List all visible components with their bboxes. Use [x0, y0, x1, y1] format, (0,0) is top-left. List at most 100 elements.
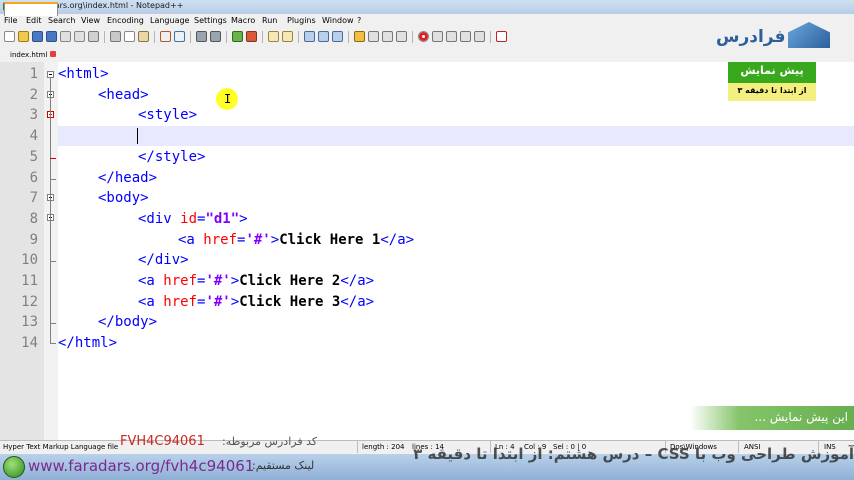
menu-edit[interactable]: Edit: [26, 16, 42, 25]
code-token-tag: >: [230, 273, 240, 289]
undo-icon[interactable]: [160, 31, 171, 42]
function-list-icon[interactable]: [382, 31, 393, 42]
text-caret: [137, 128, 138, 144]
status-separator: [357, 441, 358, 453]
fold-end-marker: [50, 261, 56, 262]
menu-macro[interactable]: Macro: [231, 16, 255, 25]
menu-file[interactable]: File: [4, 16, 17, 25]
code-line[interactable]: <a href='#'>Click Here 2</a>: [138, 271, 374, 291]
toolbar-separator: [490, 31, 491, 43]
menu-run[interactable]: Run: [262, 16, 277, 25]
code-line[interactable]: </style>: [138, 147, 205, 167]
spell-check-icon[interactable]: [496, 31, 507, 42]
menu-view[interactable]: View: [81, 16, 100, 25]
cut-icon[interactable]: [110, 31, 121, 42]
code-line[interactable]: </html>: [58, 333, 117, 353]
record-macro-icon[interactable]: [418, 31, 429, 42]
ibeam-cursor-icon: I: [224, 92, 232, 106]
save-icon[interactable]: [32, 31, 43, 42]
sync-horizontal-icon[interactable]: [282, 31, 293, 42]
code-line[interactable]: <html>: [58, 64, 109, 84]
code-token-val: '#': [245, 231, 271, 248]
code-token-tag: <head>: [98, 86, 149, 103]
word-wrap-icon[interactable]: [304, 31, 315, 42]
find-icon[interactable]: [196, 31, 207, 42]
fold-end-marker: [50, 179, 56, 180]
code-lines: <html> <head> <style> </style> </head> <body>…: [0, 64, 854, 364]
toolbar-separator: [412, 31, 413, 43]
tab-bar: [0, 46, 854, 63]
play-multiple-icon[interactable]: [460, 31, 471, 42]
code-token-tag: </html>: [58, 335, 118, 352]
toolbar-separator: [154, 31, 155, 43]
toolbar-separator: [348, 31, 349, 43]
show-all-chars-icon[interactable]: [318, 31, 329, 42]
copy-icon[interactable]: [124, 31, 135, 42]
redo-icon[interactable]: [174, 31, 185, 42]
tab-label[interactable]: index.html: [10, 51, 47, 59]
doc-map-icon[interactable]: [368, 31, 379, 42]
user-language-icon[interactable]: [354, 31, 365, 42]
menu-search[interactable]: Search: [48, 16, 75, 25]
menu-help[interactable]: ?: [357, 16, 361, 25]
code-line[interactable]: <a href='#'>Click Here 3</a>: [138, 292, 374, 312]
close-all-icon[interactable]: [74, 31, 85, 42]
code-token-attr: href: [203, 231, 238, 248]
open-file-icon[interactable]: [18, 31, 29, 42]
fold-end-marker: [50, 343, 56, 344]
code-token-tag: <html>: [58, 66, 109, 82]
stop-macro-icon[interactable]: [432, 31, 443, 42]
code-token-tag: <a: [178, 231, 204, 248]
preview-subtitle-text: از ابتدا تا دقیقه ۳: [737, 86, 807, 95]
code-line[interactable]: </div>: [138, 250, 189, 270]
code-line[interactable]: <head>: [98, 85, 149, 105]
close-file-icon[interactable]: [60, 31, 71, 42]
indent-guide-icon[interactable]: [332, 31, 343, 42]
zoom-out-icon[interactable]: [246, 31, 257, 42]
course-title: آموزش طراحی وب با CSS – درس هشتم: از ابت…: [413, 445, 854, 463]
code-token-val: '#': [205, 273, 231, 289]
toolbar-separator: [104, 31, 105, 43]
code-token-tag: </body>: [98, 314, 158, 331]
fold-end-marker: [50, 323, 56, 324]
tab-index-html[interactable]: [4, 2, 58, 16]
paste-icon[interactable]: [138, 31, 149, 42]
save-macro-icon[interactable]: [474, 31, 485, 42]
play-macro-icon[interactable]: [446, 31, 457, 42]
code-token-tag: </a>: [340, 293, 375, 310]
code-token-val: "d1": [205, 210, 240, 227]
code-token-tag: </head>: [98, 169, 158, 186]
code-line[interactable]: <a href='#'>Click Here 1</a>: [178, 230, 414, 250]
replace-icon[interactable]: [210, 31, 221, 42]
tab-close-icon[interactable]: [50, 51, 56, 57]
code-line[interactable]: </body>: [98, 312, 157, 332]
code-token-tag: <body>: [98, 190, 149, 207]
menu-encoding[interactable]: Encoding: [107, 16, 144, 25]
menu-plugins[interactable]: Plugins: [287, 16, 316, 25]
code-line[interactable]: <div id="d1">: [138, 209, 248, 229]
start-button-icon[interactable]: [3, 456, 25, 478]
fold-html-icon[interactable]: [47, 71, 54, 78]
site-url[interactable]: www.faradars.org/fvh4c94061: [28, 457, 254, 475]
course-code-label: کد فرادرس مربوطه:: [222, 435, 318, 448]
zoom-in-icon[interactable]: [232, 31, 243, 42]
code-token-tag: >: [270, 231, 280, 248]
code-line[interactable]: <style>: [138, 105, 197, 125]
code-token-tag: </a>: [380, 231, 415, 248]
toolbar-separator: [262, 31, 263, 43]
print-icon[interactable]: [88, 31, 99, 42]
menu-settings[interactable]: Settings: [194, 16, 227, 25]
save-all-icon[interactable]: [46, 31, 57, 42]
code-token-tag: </style>: [138, 148, 206, 165]
preview-ribbon-text: این پیش نمایش ...: [754, 410, 848, 424]
new-file-icon[interactable]: [4, 31, 15, 42]
code-token-tag: <style>: [138, 107, 198, 124]
sync-vertical-icon[interactable]: [268, 31, 279, 42]
code-line[interactable]: <body>: [98, 188, 149, 208]
code-token-attr: href: [163, 293, 198, 310]
fold-end-marker: [50, 158, 56, 159]
menu-language[interactable]: Language: [150, 16, 189, 25]
folder-workspace-icon[interactable]: [396, 31, 407, 42]
menu-window[interactable]: Window: [322, 16, 354, 25]
code-line[interactable]: </head>: [98, 168, 157, 188]
